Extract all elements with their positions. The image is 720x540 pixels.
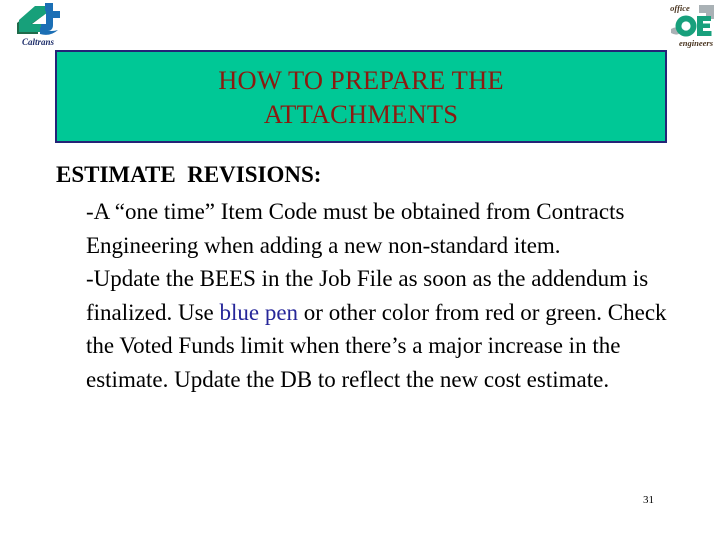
body-paragraph-1: -A “one time” Item Code must be obtained… [86, 199, 625, 258]
body-heading: ESTIMATE REVISIONS: [56, 162, 322, 187]
slide-title-line-2: ATTACHMENTS [263, 98, 459, 129]
slide-body: ESTIMATE REVISIONS: -A “one time” Item C… [56, 160, 667, 396]
caltrans-logo: Caltrans [14, 1, 64, 49]
oe-bottom-word: engineers [679, 38, 714, 48]
caltrans-wordmark: Caltrans [22, 37, 55, 47]
office-engineers-logo: office engineers [666, 1, 718, 50]
body-paragraph-2-highlight: blue pen [219, 299, 299, 325]
slide-title-box: HOW TO PREPARE THE ATTACHMENTS [55, 50, 667, 143]
slide-title-line-1: HOW TO PREPARE THE [218, 64, 504, 95]
oe-top-word: office [670, 3, 690, 13]
body-paragraph-2: -Update the BEES in the Job File as soon… [56, 262, 671, 396]
page-number: 31 [643, 494, 654, 506]
slide-canvas: Caltrans office engineers HOW TO PREPARE… [0, 0, 720, 540]
